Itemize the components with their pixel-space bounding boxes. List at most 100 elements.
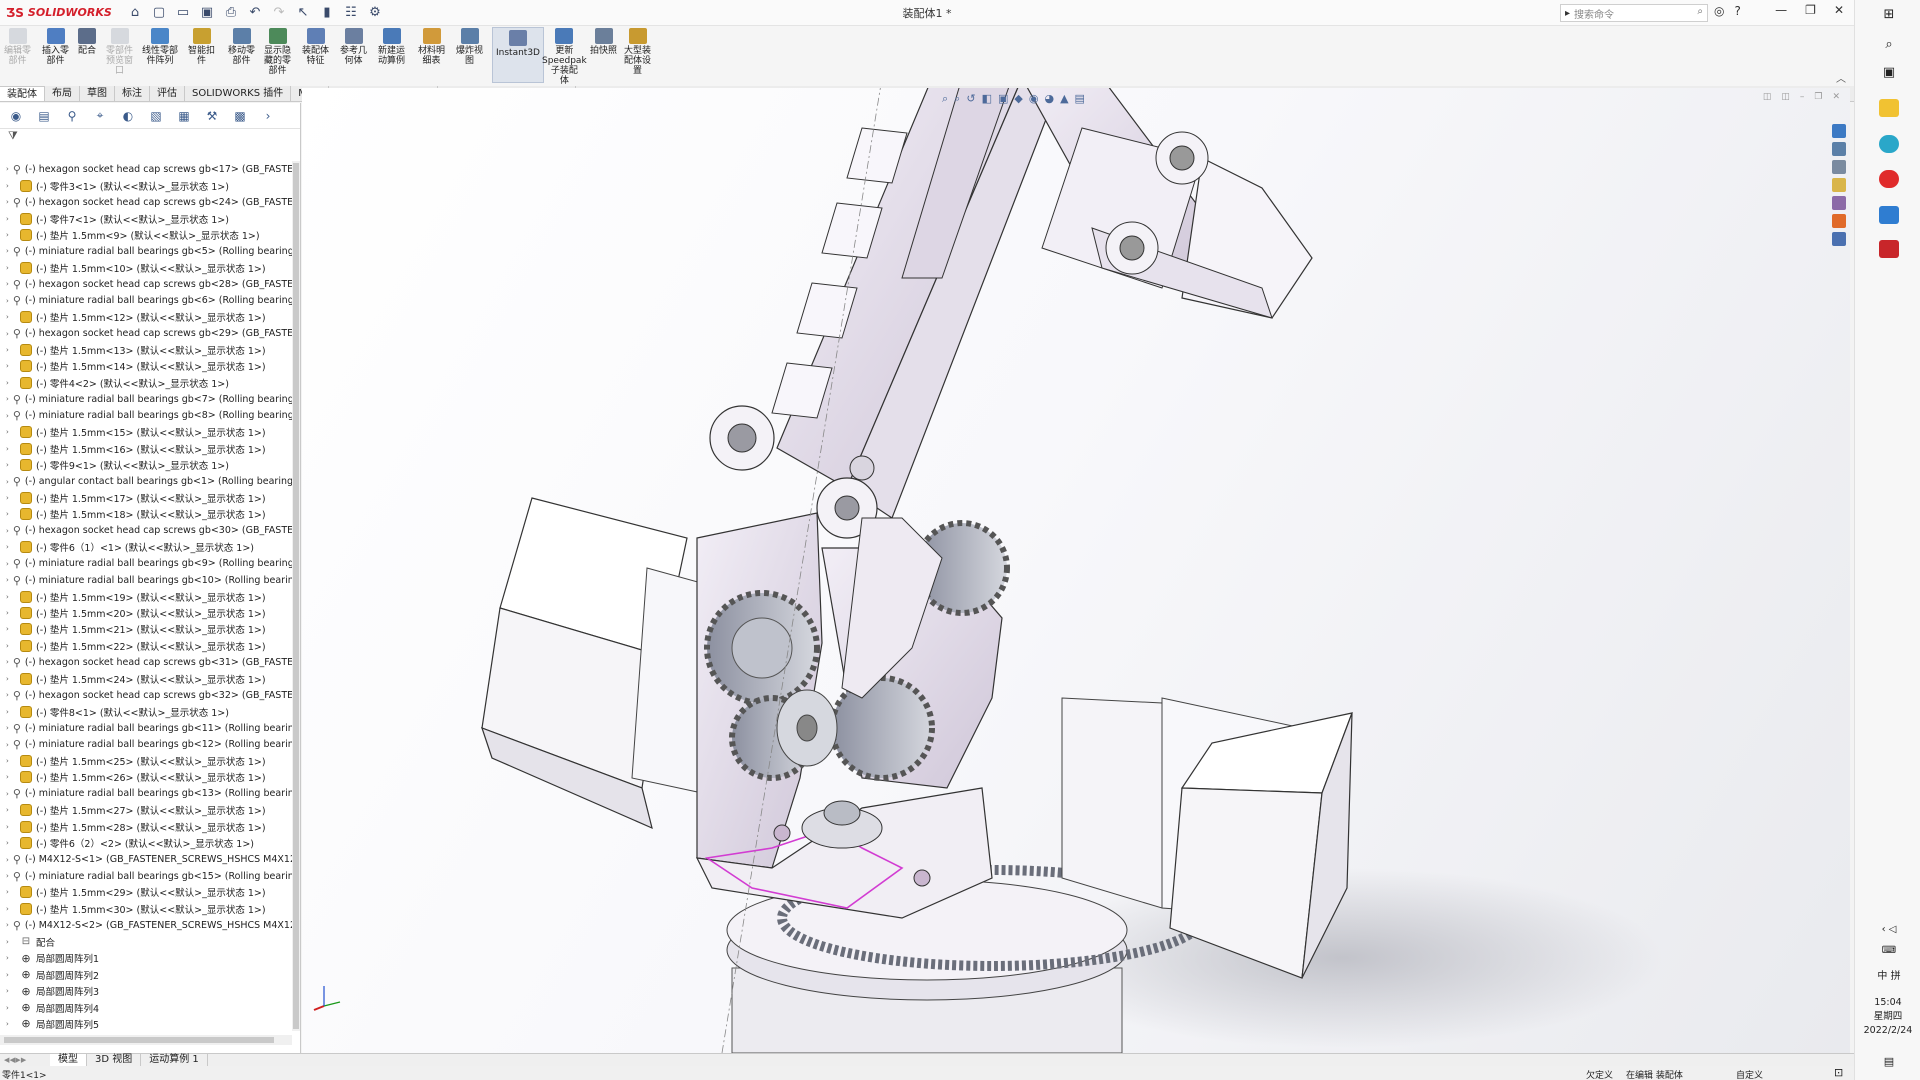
tree-item[interactable]: › (-) 零件3<1> (默认<<默认>_显示状态 1>) <box>0 177 292 193</box>
ribbon-button-13[interactable]: Instant3D <box>492 27 544 83</box>
inspection-tab-icon[interactable]: ▩ <box>230 107 250 125</box>
system-clock[interactable]: 15:04 星期四 2022/2/24 <box>1855 996 1920 1038</box>
expand-chevron-icon[interactable]: › <box>6 313 16 321</box>
viewport-minimize-icon[interactable]: – <box>1800 92 1805 102</box>
expand-chevron-icon[interactable]: › <box>6 856 9 864</box>
status-units[interactable]: 自定义 <box>1736 1068 1763 1080</box>
expand-chevron-icon[interactable]: › <box>6 412 9 420</box>
open-folder-icon[interactable]: ▭ <box>174 4 192 22</box>
tree-item[interactable]: › ⚲ (-) hexagon socket head cap screws gb<… <box>0 276 292 292</box>
expand-chevron-icon[interactable]: › <box>6 231 16 239</box>
ribbon-button-0[interactable]: 编辑零 部件 <box>4 28 31 66</box>
tree-item[interactable]: › (-) 垫片 1.5mm<18> (默认<<默认>_显示状态 1>) <box>0 506 292 522</box>
expand-chevron-icon[interactable]: › <box>6 510 16 518</box>
tree-item[interactable]: › ⚲ (-) miniature radial ball bearings gb<… <box>0 736 292 752</box>
expand-chevron-icon[interactable]: › <box>6 954 16 962</box>
expand-chevron-icon[interactable]: › <box>6 625 16 633</box>
search-commands-input[interactable]: ▸ 搜索命令 ⌕ <box>1560 4 1708 22</box>
tree-item[interactable]: › ⚲ (-) hexagon socket head cap screws gb<… <box>0 161 292 177</box>
ribbon-button-6[interactable]: 移动零 部件 <box>228 28 255 66</box>
minimize-button[interactable]: — <box>1775 3 1787 17</box>
expand-chevron-icon[interactable]: › <box>6 872 9 880</box>
tree-item[interactable]: › (-) 垫片 1.5mm<16> (默认<<默认>_显示状态 1>) <box>0 440 292 456</box>
expand-chevron-icon[interactable]: › <box>6 576 9 584</box>
expand-chevron-icon[interactable]: › <box>6 773 16 781</box>
expand-chevron-icon[interactable]: › <box>6 724 9 732</box>
expand-chevron-icon[interactable]: › <box>6 428 16 436</box>
tree-horizontal-scrollbar[interactable] <box>0 1035 292 1045</box>
tree-item[interactable]: › ⚲ (-) M4X12-S<2> (GB_FASTENER_SCREWS_HSH… <box>0 917 292 933</box>
tree-item[interactable]: › (-) 垫片 1.5mm<28> (默认<<默认>_显示状态 1>) <box>0 819 292 835</box>
expand-chevron-icon[interactable]: › <box>6 280 9 288</box>
tree-item[interactable]: › ⚲ (-) angular contact ball bearings gb<1… <box>0 473 292 489</box>
expand-chevron-icon[interactable]: › <box>6 938 16 946</box>
display-manager-tab-icon[interactable]: ◐ <box>118 107 138 125</box>
ribbon-button-8[interactable]: 装配体 特征 <box>302 28 329 66</box>
edge-browser-app-icon[interactable] <box>1879 135 1899 153</box>
tree-item[interactable]: › (-) 垫片 1.5mm<14> (默认<<默认>_显示状态 1>) <box>0 358 292 374</box>
tree-item[interactable]: › (-) 垫片 1.5mm<24> (默认<<默认>_显示状态 1>) <box>0 671 292 687</box>
solidworks-app-icon[interactable] <box>1879 240 1899 258</box>
taskbar-search-icon[interactable]: ⌕ <box>1879 35 1899 53</box>
expand-chevron-icon[interactable]: › <box>6 757 16 765</box>
tree-item[interactable]: › ⚲ (-) hexagon socket head cap screws gb<… <box>0 687 292 703</box>
tree-item[interactable]: › ⚲ (-) miniature radial ball bearings gb<… <box>0 293 292 309</box>
cam-operation-tab-icon[interactable]: ▦ <box>174 107 194 125</box>
tree-item[interactable]: › ⚲ (-) hexagon socket head cap screws gb<… <box>0 194 292 210</box>
undo-icon[interactable]: ↶ <box>246 4 264 22</box>
ribbon-button-7[interactable]: 显示隐 藏的零 部件 <box>264 28 291 76</box>
solidworks-logo[interactable]: ƷS SOLIDWORKS <box>0 6 120 20</box>
tree-item[interactable]: › (-) 垫片 1.5mm<29> (默认<<默认>_显示状态 1>) <box>0 884 292 900</box>
custom-properties-icon[interactable] <box>1832 232 1846 246</box>
tree-item[interactable]: › (-) 垫片 1.5mm<21> (默认<<默认>_显示状态 1>) <box>0 621 292 637</box>
tree-item[interactable]: › ⚲ (-) miniature radial ball bearings gb<… <box>0 408 292 424</box>
ribbon-button-2[interactable]: 配合 <box>78 28 96 56</box>
tree-item[interactable]: › ⊕ 局部圆周阵列2 <box>0 966 292 982</box>
tree-item[interactable]: › ⚲ (-) miniature radial ball bearings gb<… <box>0 868 292 884</box>
view-settings-icon[interactable]: ▤ <box>1075 92 1085 106</box>
zoom-to-area-icon[interactable]: ⌕ <box>954 92 960 106</box>
home-icon[interactable]: ⌂ <box>126 4 144 22</box>
expand-chevron-icon[interactable]: › <box>6 478 9 486</box>
expand-chevron-icon[interactable]: › <box>6 691 9 699</box>
user-account-icon[interactable]: ◎ <box>1714 4 1724 18</box>
section-view-icon[interactable]: ◧ <box>982 92 992 106</box>
bottom-tab-0[interactable]: 模型 <box>50 1054 87 1066</box>
expand-chevron-icon[interactable]: › <box>6 560 9 568</box>
rebuild-icon[interactable]: ▮ <box>318 4 336 22</box>
expand-chevron-icon[interactable]: › <box>6 215 16 223</box>
expand-chevron-icon[interactable]: › <box>6 593 16 601</box>
notification-icon[interactable]: ▤ <box>1879 1052 1899 1070</box>
tree-item[interactable]: › (-) 零件6（1）<1> (默认<<默认>_显示状态 1>) <box>0 539 292 555</box>
expand-chevron-icon[interactable]: › <box>6 297 9 305</box>
new-document-icon[interactable]: ▢ <box>150 4 168 22</box>
expand-chevron-icon[interactable]: › <box>6 1020 16 1028</box>
ribbon-button-16[interactable]: 大型装 配体设 置 <box>624 28 651 76</box>
print-icon[interactable]: ⎙ <box>222 4 240 22</box>
expand-chevron-icon[interactable]: › <box>6 790 9 798</box>
expand-chevron-icon[interactable]: › <box>6 658 9 666</box>
expand-chevron-icon[interactable]: › <box>6 165 9 173</box>
tab-2[interactable]: 草图 <box>80 86 115 101</box>
tree-item[interactable]: › (-) 垫片 1.5mm<27> (默认<<默认>_显示状态 1>) <box>0 802 292 818</box>
expand-chevron-icon[interactable]: › <box>6 888 16 896</box>
restore-button[interactable]: ❐ <box>1805 3 1816 17</box>
robot-arm-model[interactable] <box>302 88 1850 1053</box>
zoom-to-fit-icon[interactable]: ⌕ <box>942 92 948 106</box>
ribbon-button-10[interactable]: 新建运 动算例 <box>378 28 405 66</box>
tree-item[interactable]: › (-) 零件6（2）<2> (默认<<默认>_显示状态 1>) <box>0 835 292 851</box>
expand-chevron-icon[interactable]: › <box>6 445 16 453</box>
tab-0[interactable]: 装配体 <box>0 86 45 101</box>
ribbon-button-5[interactable]: 智能扣 件 <box>188 28 215 66</box>
expand-chevron-icon[interactable]: › <box>6 1004 16 1012</box>
appearances-icon[interactable] <box>1832 214 1846 228</box>
design-library-icon[interactable] <box>1832 160 1846 174</box>
ribbon-button-1[interactable]: 插入零 部件 <box>42 28 69 66</box>
edit-appearance-icon[interactable]: ◕ <box>1044 92 1054 106</box>
ribbon-button-4[interactable]: 线性零部 件阵列 <box>142 28 178 66</box>
tab-3[interactable]: 标注 <box>115 86 150 101</box>
solidworks-resources-icon[interactable] <box>1832 124 1846 138</box>
tree-item[interactable]: › (-) 零件7<1> (默认<<默认>_显示状态 1>) <box>0 210 292 226</box>
netease-music-app-icon[interactable] <box>1879 170 1899 188</box>
expand-chevron-icon[interactable]: › <box>6 971 16 979</box>
